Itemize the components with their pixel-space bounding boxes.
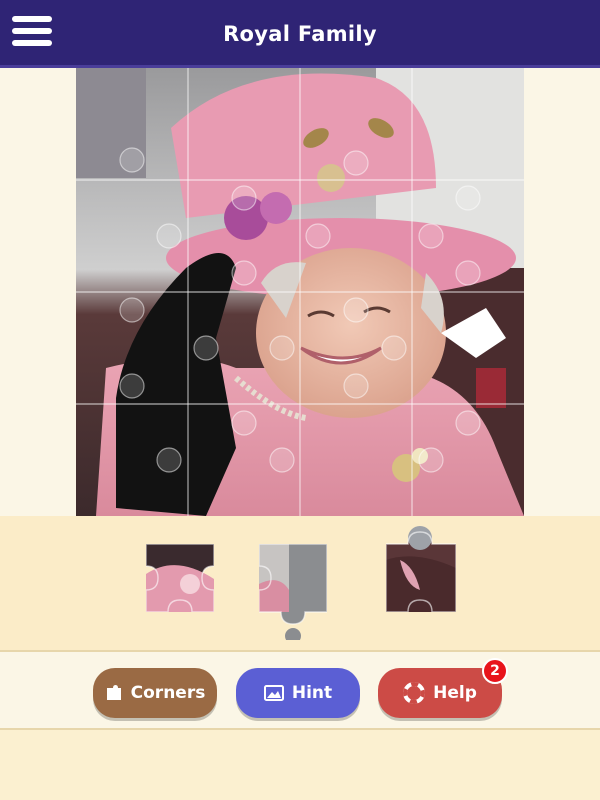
piece-tray bbox=[0, 516, 600, 650]
puzzle-image bbox=[76, 68, 524, 516]
footer-area bbox=[0, 730, 600, 800]
puzzle-corner-icon bbox=[105, 684, 123, 702]
help-button[interactable]: Help 2 bbox=[378, 658, 508, 718]
board-margin-right bbox=[524, 68, 600, 516]
board-margin-left bbox=[0, 68, 76, 516]
puzzle-piece[interactable] bbox=[386, 520, 456, 612]
hint-button[interactable]: Hint bbox=[236, 668, 360, 718]
bottom-toolbar: Corners Hint Help 2 bbox=[0, 650, 600, 730]
lifebuoy-icon bbox=[403, 682, 426, 704]
puzzle-title: Royal Family bbox=[223, 22, 377, 46]
corners-label: Corners bbox=[130, 683, 206, 703]
help-label: Help bbox=[433, 683, 477, 703]
puzzle-piece[interactable] bbox=[259, 544, 327, 640]
hint-label: Hint bbox=[291, 683, 333, 703]
help-count-badge: 2 bbox=[482, 658, 508, 684]
image-icon bbox=[263, 685, 284, 701]
corners-button[interactable]: Corners bbox=[93, 668, 217, 718]
puzzle-piece[interactable] bbox=[146, 544, 214, 612]
puzzle-board[interactable] bbox=[76, 68, 524, 516]
top-bar: Royal Family bbox=[0, 0, 600, 68]
